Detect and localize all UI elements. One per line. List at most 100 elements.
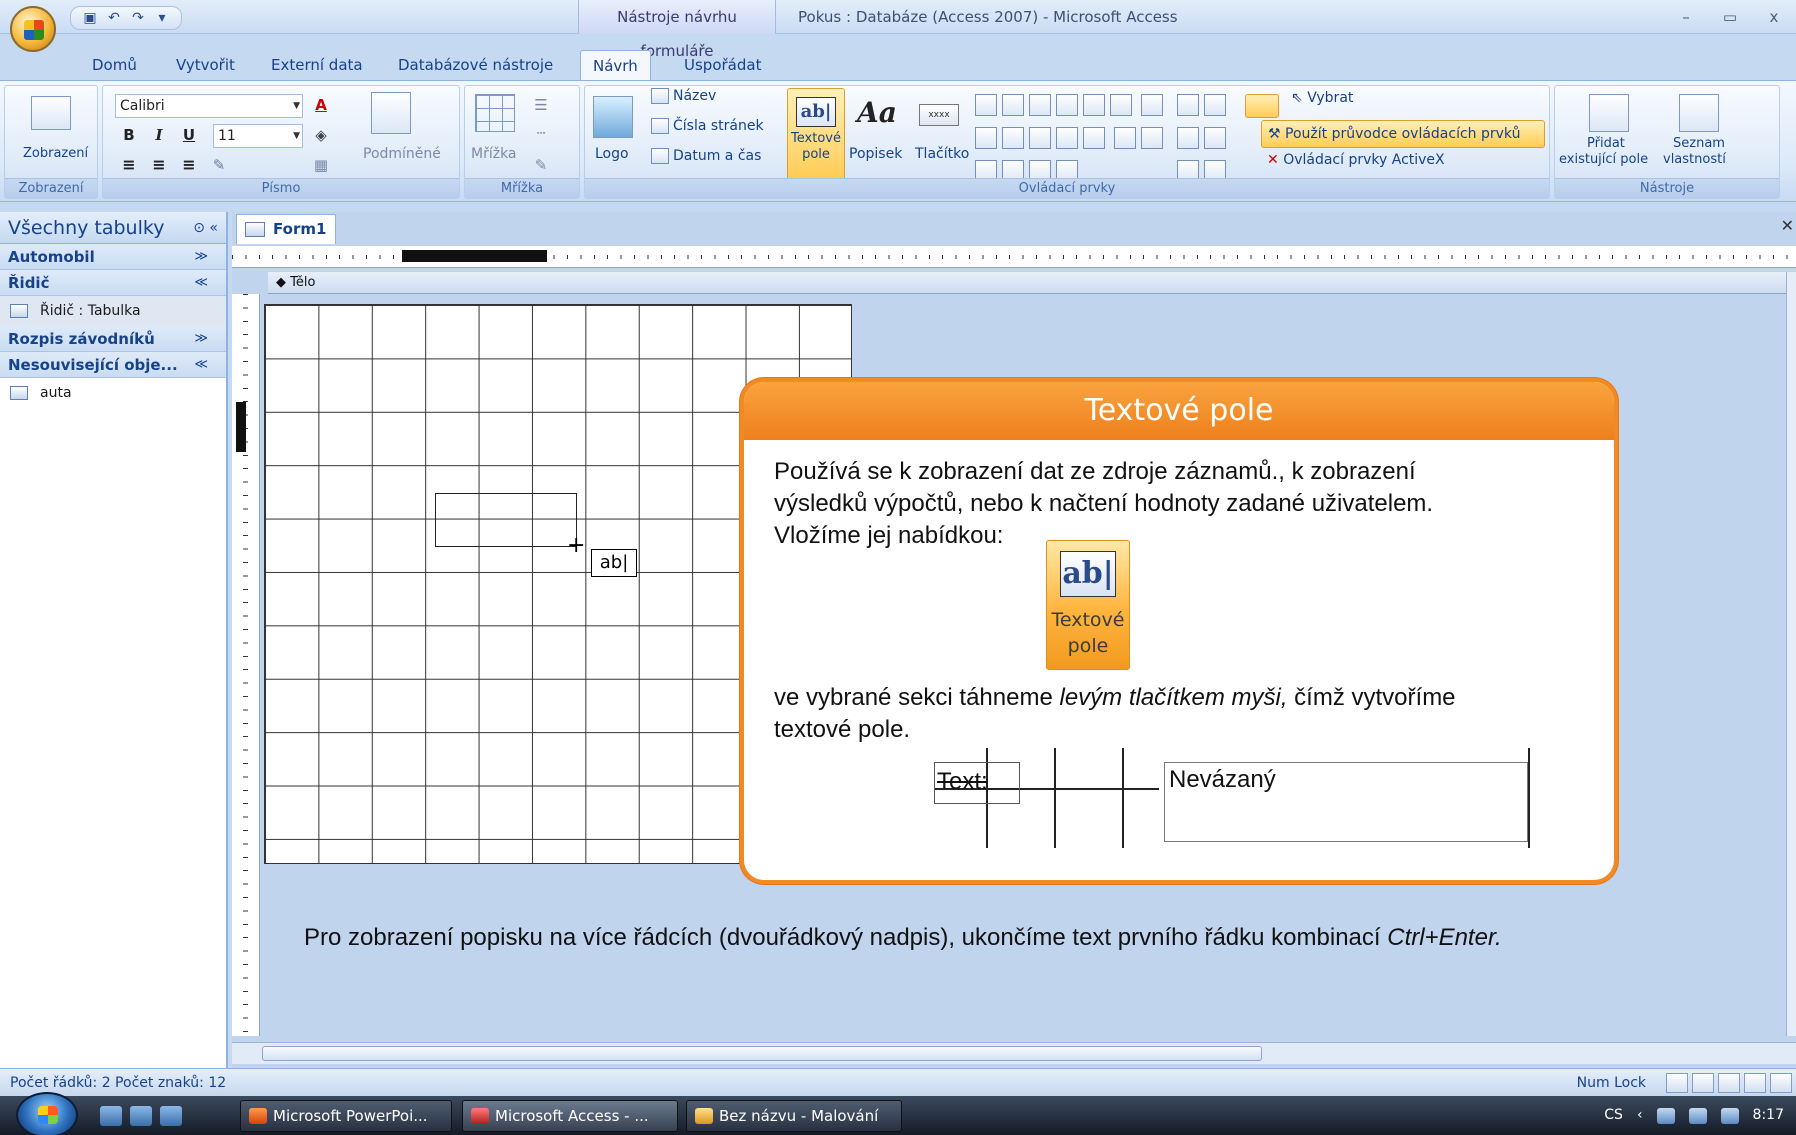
zobrazeni-button[interactable]: Zobrazení	[23, 146, 88, 161]
format-painter-icon[interactable]: ✎	[207, 154, 231, 176]
frame-control-icon[interactable]	[975, 127, 997, 149]
select-button[interactable]: ⇖ Vybrat	[1291, 90, 1353, 106]
network-icon[interactable]	[1656, 1107, 1675, 1124]
conditional-format-icon[interactable]	[371, 92, 411, 134]
logo-image-icon[interactable]	[593, 96, 633, 138]
textbox-button[interactable]: ab| Textové pole	[787, 88, 845, 180]
undo-icon[interactable]: ↶	[105, 10, 123, 26]
volume-icon[interactable]	[1720, 1107, 1739, 1124]
show-desktop-icon[interactable]	[100, 1106, 122, 1126]
task-access[interactable]: Microsoft Access - ...	[462, 1100, 678, 1132]
line-type-icon[interactable]	[1204, 94, 1226, 116]
start-button[interactable]	[16, 1092, 78, 1135]
gridlines-icon[interactable]	[475, 94, 515, 132]
section-header-body[interactable]: ◆ Tělo	[268, 272, 1792, 294]
dropdown-icon[interactable]: ▾	[153, 10, 171, 26]
line-style-icon[interactable]	[1177, 127, 1199, 149]
bold-button[interactable]: B	[117, 124, 141, 146]
image-control-icon[interactable]	[1056, 127, 1078, 149]
nav-item-ridic-tabulka[interactable]: Řidič : Tabulka	[0, 296, 226, 326]
label-control-button[interactable]: Popisek	[849, 146, 902, 162]
tray-expand-icon[interactable]: ‹	[1637, 1096, 1643, 1135]
font-name-combo[interactable]: Calibri ▼	[115, 94, 303, 118]
office-button[interactable]	[10, 6, 56, 52]
align-right-icon[interactable]: ≡	[177, 154, 201, 176]
chart-control-icon[interactable]	[1083, 94, 1105, 116]
fill-color-icon[interactable]: ◈	[309, 124, 333, 146]
font-color-button[interactable]: A	[309, 94, 333, 116]
border-color-icon[interactable]: ✎	[529, 154, 553, 176]
add-fields-label-line2[interactable]: existující pole	[1559, 152, 1648, 167]
vertical-scrollbar[interactable]	[1786, 272, 1796, 1036]
conditional-format-button[interactable]: Podmíněné	[363, 146, 441, 162]
layout-view-icon[interactable]	[1770, 1073, 1792, 1093]
combobox-control-icon[interactable]	[975, 94, 997, 116]
line-color-icon[interactable]: ▦	[309, 154, 333, 176]
tab-domu[interactable]: Domů	[92, 50, 137, 80]
language-indicator[interactable]: CS	[1604, 1096, 1623, 1135]
use-wizards-toggle[interactable]: ⚒ Použít průvodce ovládacích prvků	[1261, 120, 1545, 148]
hyperlink-control-icon[interactable]	[1083, 127, 1105, 149]
form-view-icon[interactable]	[31, 96, 71, 130]
tab-externi-data[interactable]: Externí data	[271, 50, 363, 80]
property-sheet-label-line1[interactable]: Seznam	[1673, 136, 1725, 151]
tab-control-icon[interactable]	[1110, 94, 1132, 116]
nav-item-auta[interactable]: auta	[0, 378, 226, 408]
object-frame-icon[interactable]	[1141, 127, 1164, 149]
nav-group-nesouvisejici[interactable]: Nesouvisející obje... ≪	[0, 352, 226, 378]
nav-pane-header[interactable]: Všechny tabulky ⊙ «	[0, 212, 226, 244]
nav-pane-collapse-icon[interactable]: ⊙ «	[193, 212, 218, 244]
form-view-icon[interactable]	[1666, 1073, 1688, 1093]
tab-databazove-nastroje[interactable]: Databázové nástroje	[398, 50, 553, 80]
window-switcher-icon[interactable]	[130, 1106, 152, 1126]
pivot-table-icon[interactable]	[1718, 1073, 1740, 1093]
tab-form1[interactable]: Form1	[236, 214, 336, 244]
font-size-combo[interactable]: 11 ▼	[213, 124, 303, 148]
date-time-button[interactable]: Datum a čas	[651, 148, 761, 164]
title-button[interactable]: Název	[651, 88, 716, 104]
underline-button[interactable]: U	[177, 124, 201, 146]
subform-control-icon[interactable]	[1029, 127, 1051, 149]
activex-button[interactable]: ✕ Ovládací prvky ActiveX	[1267, 152, 1445, 168]
align-center-icon[interactable]: ≡	[147, 154, 171, 176]
horizontal-scroll-thumb[interactable]	[262, 1046, 1262, 1061]
listbox-control-icon[interactable]	[1141, 94, 1164, 116]
italic-button[interactable]: I	[147, 124, 171, 146]
nav-group-automobil[interactable]: Automobil ≫	[0, 244, 226, 270]
maximize-button[interactable]: ▭	[1708, 0, 1752, 34]
option-group-icon[interactable]	[1114, 127, 1137, 149]
datasheet-view-icon[interactable]	[1692, 1073, 1714, 1093]
nav-group-ridic[interactable]: Řidič ≪	[0, 270, 226, 296]
task-paint[interactable]: Bez názvu - Malování	[686, 1100, 902, 1132]
gridlines-button[interactable]: Mřížka	[471, 146, 517, 162]
line-control-icon[interactable]	[1002, 94, 1024, 116]
logo-button[interactable]: Logo	[595, 146, 629, 162]
page-numbers-button[interactable]: Čísla stránek	[651, 118, 764, 134]
line-width-icon[interactable]: ☰	[529, 94, 553, 116]
wizard-icon[interactable]	[1204, 127, 1226, 149]
tab-vytvorit[interactable]: Vytvořit	[176, 50, 235, 80]
button-control-button[interactable]: Tlačítko	[915, 146, 969, 162]
button-control-icon[interactable]: xxxx	[919, 104, 959, 126]
tab-usporadat[interactable]: Uspořádat	[684, 50, 761, 80]
clock[interactable]: 8:17	[1753, 1096, 1784, 1135]
nav-group-rozpis-zavodniku[interactable]: Rozpis závodníků ≫	[0, 326, 226, 352]
tab-navrh[interactable]: Návrh	[580, 50, 651, 80]
add-fields-icon[interactable]	[1589, 94, 1629, 132]
line-type-icon[interactable]: ┄	[529, 122, 553, 144]
pivot-chart-icon[interactable]	[1744, 1073, 1766, 1093]
tray-app-icon[interactable]	[1688, 1107, 1707, 1124]
rectangle-selected-icon[interactable]	[1245, 94, 1279, 118]
checkbox-control-icon[interactable]	[1002, 127, 1024, 149]
add-fields-label-line1[interactable]: Přidat	[1587, 136, 1625, 151]
internet-explorer-icon[interactable]	[160, 1106, 182, 1126]
line-thickness-icon[interactable]	[1177, 94, 1199, 116]
drawn-textbox-outline[interactable]	[435, 493, 577, 547]
property-sheet-label-line2[interactable]: vlastností	[1663, 152, 1726, 167]
close-button[interactable]: x	[1752, 0, 1796, 34]
minimize-button[interactable]: –	[1664, 0, 1708, 34]
task-powerpoint[interactable]: Microsoft PowerPoi...	[240, 1100, 452, 1132]
toggle-control-icon[interactable]	[1056, 94, 1078, 116]
label-control-icon[interactable]: Aa	[857, 96, 897, 129]
redo-icon[interactable]: ↷	[129, 10, 147, 26]
